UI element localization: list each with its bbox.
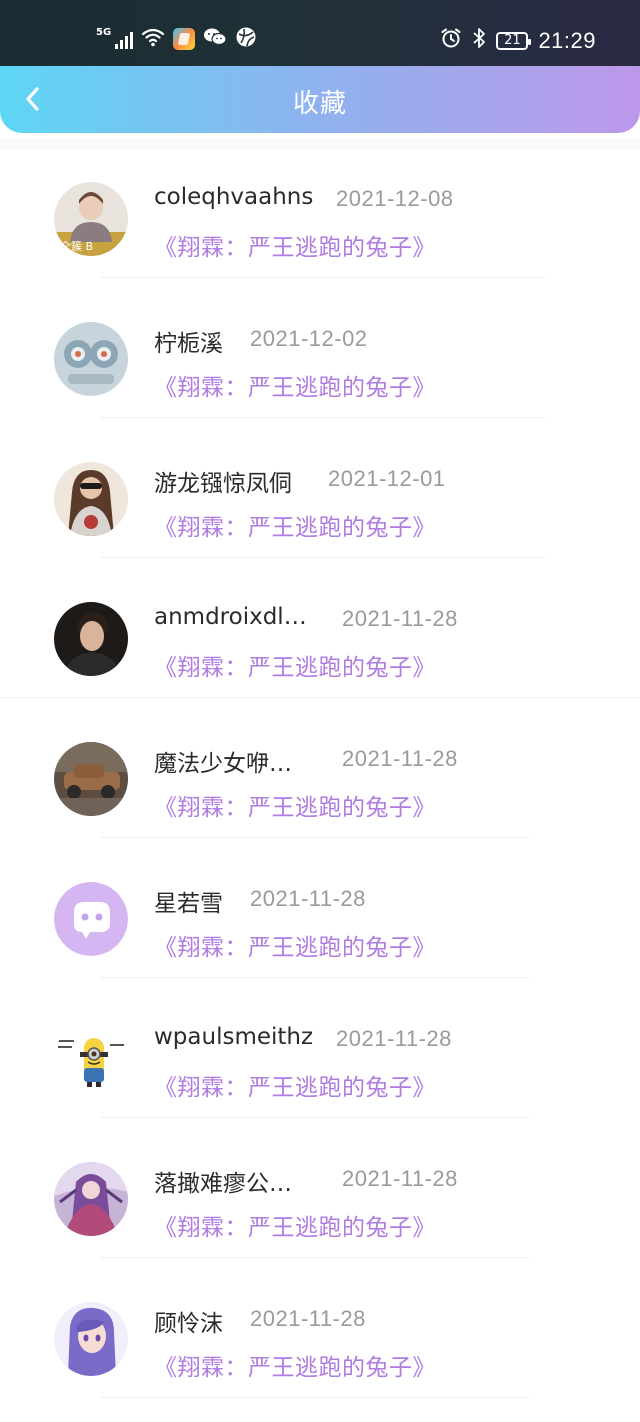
chat-bubble-icon [54,882,128,956]
list-item[interactable]: 仑簇 B coleqhvaahns 2021-12-08 《翔霖：严王逃跑的兔子… [0,138,640,278]
avatar [54,322,128,396]
app-badge-icon [173,28,196,50]
date: 2021-12-02 [250,326,368,351]
user-name: 星若雪 [154,891,223,917]
avatar [54,1022,128,1096]
book-title[interactable]: 《翔霖：严王逃跑的兔子》 [154,1068,436,1102]
date: 2021-11-28 [250,1306,366,1331]
user-name: 落撖难瘳公… [154,1171,292,1197]
avatar [54,462,128,536]
status-right-icons: 21 21:29 [440,27,596,54]
book-title[interactable]: 《翔霖：严王逃跑的兔子》 [154,508,436,542]
browser-icon [235,26,257,52]
divider [100,1397,530,1398]
page-title: 收藏 [292,89,347,119]
book-title[interactable]: 《翔霖：严王逃跑的兔子》 [154,788,436,822]
list-item[interactable]: 顾怜沫 2021-11-28 《翔霖：严王逃跑的兔子》 [0,1258,640,1398]
list-item[interactable]: 落撖难瘳公… 2021-11-28 《翔霖：严王逃跑的兔子》 [0,1118,640,1258]
list-item[interactable]: wpaulsmeithz 2021-11-28 《翔霖：严王逃跑的兔子》 [0,978,640,1118]
date: 2021-11-28 [336,1026,452,1051]
avatar [54,602,128,676]
user-name: 柠栀溪 [154,331,223,357]
date: 2021-11-28 [342,746,458,771]
avatar [54,1162,128,1236]
user-name: 魔法少女咿… [154,751,292,777]
favorites-list: 仑簇 B coleqhvaahns 2021-12-08 《翔霖：严王逃跑的兔子… [0,138,640,1422]
avatar: 仑簇 B [54,182,128,256]
list-item[interactable]: 游龙镪惊凤侗 2021-12-01 《翔霖：严王逃跑的兔子》 [0,418,640,558]
book-title[interactable]: 《翔霖：严王逃跑的兔子》 [154,648,436,682]
date: 2021-12-01 [328,466,446,491]
svg-text:仑簇 B: 仑簇 B [60,239,93,253]
wechat-icon [203,27,227,51]
book-title[interactable]: 《翔霖：严王逃跑的兔子》 [154,228,436,262]
book-title[interactable]: 《翔霖：严王逃跑的兔子》 [154,928,436,962]
user-name: wpaulsmeithz [154,1024,314,1050]
list-item[interactable]: 星若雪 2021-11-28 《翔霖：严王逃跑的兔子》 [0,838,640,978]
book-title[interactable]: 《翔霖：严王逃跑的兔子》 [154,1348,436,1382]
header-bar: 收藏 [0,66,640,133]
avatar [54,882,128,956]
list-item[interactable]: 魔法少女咿… 2021-11-28 《翔霖：严王逃跑的兔子》 [0,698,640,838]
date: 2021-12-08 [336,186,454,211]
list-item[interactable]: anmdroixdl… 2021-11-28 《翔霖：严王逃跑的兔子》 [0,558,640,698]
user-name: coleqhvaahns [154,184,314,210]
book-title[interactable]: 《翔霖：严王逃跑的兔子》 [154,1208,436,1242]
date: 2021-11-28 [250,886,366,911]
user-name: anmdroixdl… [154,604,307,630]
wifi-icon [141,27,165,51]
list-item[interactable]: 柠栀溪 2021-12-02 《翔霖：严王逃跑的兔子》 [0,278,640,418]
clock: 21:29 [538,27,596,53]
battery-icon: 21 [496,31,532,50]
status-left-icons: 5G [96,26,257,52]
signal-icon [115,29,134,49]
book-title[interactable]: 《翔霖：严王逃跑的兔子》 [154,368,436,402]
date: 2021-11-28 [342,606,458,631]
date: 2021-11-28 [342,1166,458,1191]
alarm-icon [440,27,462,54]
network-type: 5G [96,27,112,38]
bluetooth-icon [472,27,486,54]
user-name: 顾怜沫 [154,1311,223,1337]
avatar [54,1302,128,1376]
avatar [54,742,128,816]
user-name: 游龙镪惊凤侗 [154,471,292,497]
